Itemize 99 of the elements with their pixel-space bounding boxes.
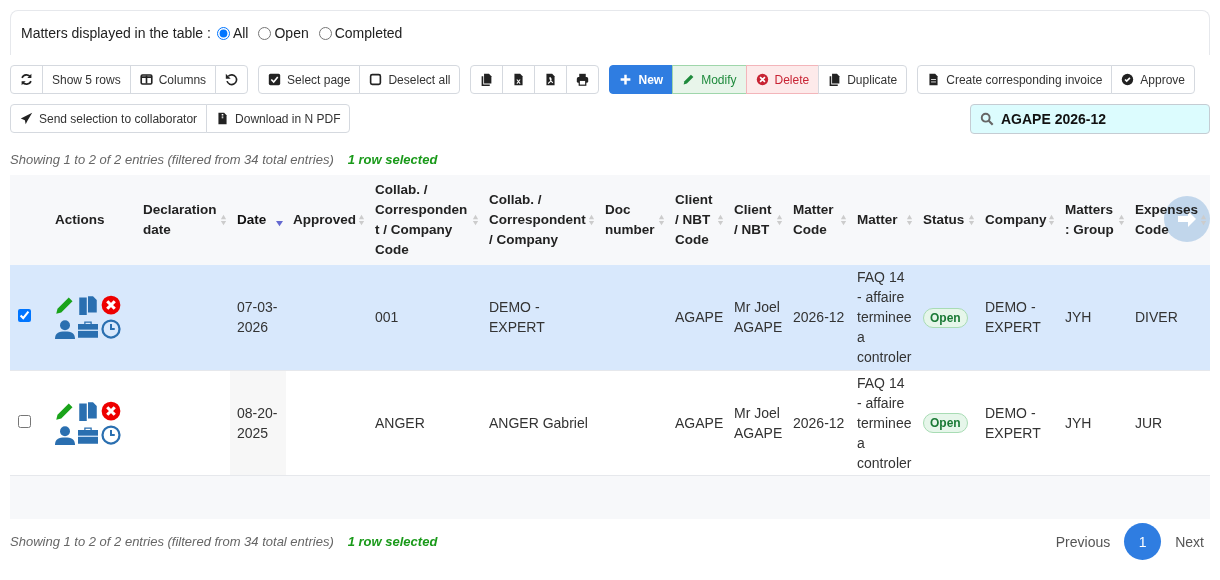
table-cell: Mr Joel AGAPE — [734, 299, 783, 336]
column-header[interactable]: Actions — [48, 175, 136, 265]
toolbar-button[interactable]: Download in N PDF — [206, 104, 351, 133]
toolbar-button[interactable]: Create corresponding invoice — [917, 65, 1113, 94]
table-cell: DEMO - EXPERT — [489, 299, 545, 336]
filter-label: Matters displayed in the table : — [21, 25, 211, 41]
table-cell: 2026-12 — [793, 309, 845, 326]
toolbar-button[interactable]: Columns — [129, 65, 217, 94]
copy-icon[interactable] — [78, 400, 98, 421]
column-header[interactable]: Company — [978, 175, 1058, 265]
clock-icon[interactable] — [101, 424, 121, 445]
toolbar-button[interactable]: New — [609, 65, 674, 94]
next-button[interactable]: Next — [1169, 525, 1210, 558]
archive-file-icon — [216, 112, 230, 125]
column-header[interactable]: Approved — [286, 175, 368, 265]
selection-info: 1 row selected — [347, 152, 438, 167]
column-header[interactable]: Status — [916, 175, 978, 265]
status-badge: Open — [923, 307, 968, 328]
table-cell: JUR — [1135, 414, 1163, 431]
toolbar-button[interactable]: Show 5 rows — [42, 65, 131, 94]
column-header[interactable]: Client / NBT — [727, 175, 786, 265]
row-checkbox[interactable] — [18, 414, 31, 428]
column-header[interactable]: Date — [230, 175, 286, 265]
radio-button[interactable] — [258, 26, 272, 40]
copy-button[interactable] — [470, 65, 504, 94]
column-header[interactable]: Doc number — [598, 175, 668, 265]
table-cell: 07-03-2026 — [237, 299, 278, 336]
toolbar-button[interactable]: Duplicate — [818, 65, 908, 94]
table-cell: 001 — [375, 309, 399, 326]
table-cell: DEMO - EXPERT — [985, 299, 1041, 336]
print-icon — [576, 73, 590, 86]
pdf-file-button[interactable] — [534, 65, 568, 94]
document-icon — [927, 73, 941, 86]
close-icon[interactable] — [101, 400, 121, 421]
toolbar-button[interactable]: Delete — [745, 65, 820, 94]
close-icon[interactable] — [101, 295, 121, 316]
checkbox-icon — [268, 73, 282, 86]
table-cell: DIVER — [1135, 309, 1178, 326]
refresh-icon — [20, 73, 33, 86]
toolbar-button[interactable]: Modify — [672, 65, 747, 94]
radio-label[interactable]: Open — [274, 25, 309, 41]
undo-button[interactable] — [215, 65, 249, 94]
column-header[interactable]: Matter — [850, 175, 916, 265]
radio-button[interactable] — [318, 26, 332, 40]
column-header[interactable]: Matter Code — [786, 175, 850, 265]
copy-icon — [828, 73, 842, 86]
pencil-icon[interactable] — [55, 295, 75, 316]
table-cell: JYH — [1065, 309, 1092, 326]
toolbar-button[interactable]: Select page — [258, 65, 361, 94]
copy-icon[interactable] — [78, 295, 98, 316]
previous-button[interactable]: Previous — [1049, 525, 1117, 558]
column-header[interactable]: Expenses Code — [1128, 175, 1210, 265]
table-cell: 2026-12 — [793, 414, 845, 431]
undo-icon — [225, 73, 239, 86]
toolbar-button[interactable]: Deselect all — [359, 65, 461, 94]
status-badge: Open — [923, 413, 968, 433]
table-cell: ANGER Gabriel — [489, 414, 588, 431]
table-cell: FAQ 14 - affaire terminee a controler — [857, 269, 912, 366]
entries-info: Showing 1 to 2 of 2 entries (filtered from 34 total entries) — [10, 152, 334, 167]
table-cell: 08-20-2025 — [237, 404, 278, 441]
row-checkbox[interactable] — [18, 309, 31, 323]
column-header[interactable]: Collab. / Correspondent / Company Code — [368, 175, 482, 265]
toolbar-button[interactable]: Approve — [1111, 65, 1196, 94]
entries-info: Showing 1 to 2 of 2 entries (filtered from 34 total entries) — [10, 534, 334, 549]
excel-file-button[interactable] — [502, 65, 536, 94]
square-icon — [369, 73, 383, 86]
selection-info: 1 row selected — [347, 534, 438, 549]
column-header[interactable]: Collab. / Correspondent / Company — [482, 175, 598, 265]
search-field[interactable]: AGAPE 2026-12 — [970, 104, 1210, 134]
table-cell: AGAPE — [675, 309, 724, 326]
plus-icon — [619, 73, 633, 86]
page-button[interactable]: 1 — [1124, 523, 1162, 560]
excel-file-icon — [512, 73, 526, 86]
radio-button[interactable] — [216, 26, 230, 40]
briefcase-icon[interactable] — [78, 319, 98, 340]
person-icon[interactable] — [55, 319, 75, 340]
table-cell: AGAPE — [675, 414, 724, 431]
column-header[interactable]: Client / NBT Code — [668, 175, 727, 265]
table-cell: FAQ 14 - affaire terminee a controler — [857, 374, 912, 471]
column-header[interactable]: Declaration date — [136, 175, 230, 265]
print-button[interactable] — [566, 65, 600, 94]
columns-icon — [139, 73, 153, 86]
person-icon[interactable] — [55, 424, 75, 445]
radio-label[interactable]: All — [232, 25, 249, 41]
copy-icon — [480, 73, 494, 86]
table-cell: ANGER — [375, 414, 425, 431]
check-circle-icon — [1121, 73, 1135, 86]
table-cell: Mr Joel AGAPE — [734, 404, 783, 441]
table-cell: JYH — [1065, 414, 1092, 431]
pencil-icon — [682, 73, 696, 86]
pdf-file-icon — [544, 73, 558, 86]
radio-label[interactable]: Completed — [334, 25, 403, 41]
column-header[interactable]: Matters : Group — [1058, 175, 1128, 265]
clock-icon[interactable] — [101, 319, 121, 340]
table-cell: DEMO - EXPERT — [985, 404, 1041, 441]
close-icon — [755, 73, 769, 86]
paper-plane-icon — [20, 112, 33, 125]
refresh-button[interactable] — [10, 65, 43, 94]
toolbar-button[interactable]: Send selection to collaborator — [10, 104, 208, 133]
